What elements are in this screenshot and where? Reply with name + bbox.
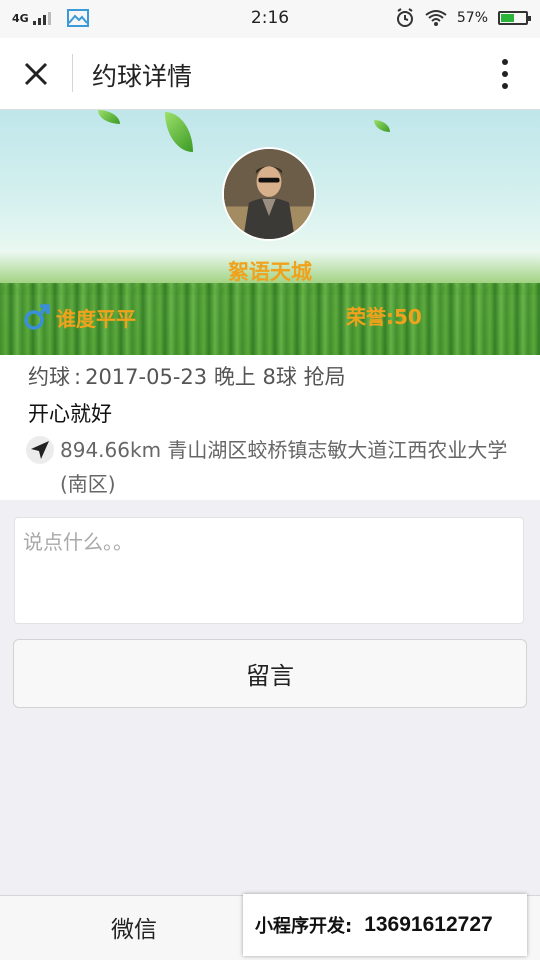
match-date: 2017-05-23 (85, 365, 208, 389)
nav-divider (72, 54, 73, 92)
wechat-tab[interactable]: 微信 (0, 896, 268, 960)
leaf-decoration (98, 110, 120, 124)
male-icon (24, 304, 50, 330)
battery-percent: 57% (456, 10, 488, 26)
match-time-of-day: 晚上 (213, 365, 256, 389)
avatar[interactable] (222, 147, 316, 241)
nav-bar: 约球详情 (0, 38, 540, 110)
wifi-icon (425, 10, 447, 26)
nickname: 絮语天城 (228, 260, 312, 284)
location-arrow-icon (26, 436, 54, 464)
match-summary: 约球:2017-05-23 晚上 8球 抢局 (28, 361, 346, 391)
comment-input[interactable] (15, 518, 523, 623)
honor-points: 荣誉:50 (346, 305, 422, 329)
page-title: 约球详情 (92, 62, 193, 91)
status-bar: 4G 2:16 57% (0, 0, 540, 38)
promo-banner: 小程序开发: 13691612727 (243, 894, 527, 956)
alarm-icon (396, 8, 413, 27)
battery-level (501, 14, 514, 22)
promo-label: 小程序开发: (255, 916, 353, 937)
leaf-decoration (165, 112, 193, 152)
screen: 4G 2:16 57% 约球详情 絮语天城 谁度平平 荣誉:50 约球: 20… (0, 0, 540, 960)
match-note: 开心就好 (28, 402, 112, 426)
more-vertical-icon[interactable] (490, 56, 520, 92)
close-icon[interactable] (18, 56, 54, 92)
profile-banner: 絮语天城 谁度平平 荣誉:50 (0, 110, 540, 355)
distance: 894.66km (60, 438, 162, 462)
match-ball-type: 8球 (262, 365, 297, 389)
battery-icon (498, 11, 531, 25)
match-mode: 抢局 (303, 365, 346, 389)
match-label: 约球 (28, 365, 70, 389)
avatar-image (224, 149, 314, 239)
leaf-decoration (374, 120, 390, 132)
status-right: 57% (395, 8, 531, 28)
promo-phone: 13691612727 (364, 913, 493, 936)
match-colon: : (74, 365, 82, 389)
match-info: 约球:2017-05-23 晚上 8球 抢局 开心就好 894.66km 青山湖… (0, 355, 540, 500)
comment-box (14, 517, 524, 624)
skill-level: 谁度平平 (56, 307, 136, 331)
submit-comment-button[interactable]: 留言 (13, 639, 527, 708)
match-location: 894.66km 青山湖区蛟桥镇志敏大道江西农业大学(南区) (60, 433, 510, 501)
